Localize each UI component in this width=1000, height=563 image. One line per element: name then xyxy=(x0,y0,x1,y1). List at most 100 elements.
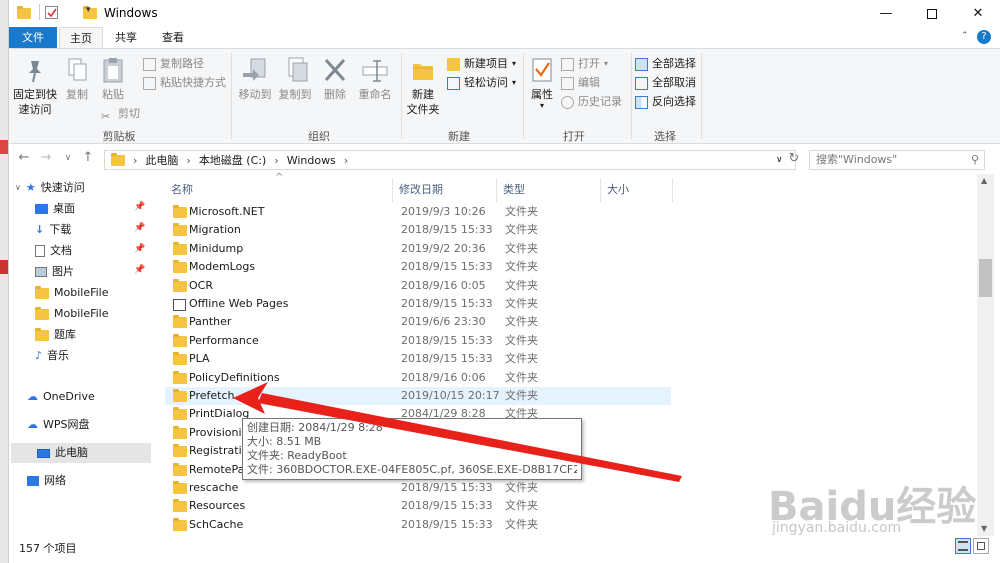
table-row[interactable]: Microsoft.NET 2019/9/3 10:26 文件夹 xyxy=(165,203,671,221)
address-dropdown-icon[interactable]: ∨ xyxy=(776,155,783,165)
tab-share[interactable]: 共享 xyxy=(105,27,147,48)
document-icon xyxy=(35,245,45,257)
arrow-left-icon: ← xyxy=(18,150,30,165)
up-button[interactable]: ↑ xyxy=(79,150,97,165)
scroll-down-icon[interactable]: ▼ xyxy=(981,524,987,533)
file-date: 2019/9/2 20:36 xyxy=(401,241,486,255)
properties-icon xyxy=(526,55,558,85)
tab-file[interactable]: 文件 xyxy=(9,27,57,48)
history-button[interactable]: 历史记录 xyxy=(561,93,622,111)
maximize-button[interactable] xyxy=(909,0,955,27)
copy-to-icon xyxy=(279,55,311,85)
refresh-button[interactable]: ↻ xyxy=(785,151,803,166)
column-header-name[interactable]: 名称 xyxy=(165,178,393,202)
large-icons-view-button[interactable] xyxy=(973,538,989,554)
select-all-button[interactable]: 全部选择 xyxy=(635,55,696,73)
nav-music[interactable]: ♪ 音乐 xyxy=(35,346,69,366)
file-type: 文件夹 xyxy=(505,517,538,531)
folder-icon xyxy=(173,499,187,513)
new-folder-button[interactable]: 新建 文件夹 xyxy=(403,55,443,117)
delete-button[interactable]: 删除 xyxy=(319,55,351,102)
file-name: Performance xyxy=(189,333,259,347)
breadcrumb-local-disk[interactable]: 本地磁盘 (C:) xyxy=(199,152,266,168)
new-item-button[interactable]: 新建项目 ▾ xyxy=(447,55,516,73)
table-row[interactable]: ModemLogs 2018/9/15 15:33 文件夹 xyxy=(165,258,671,276)
address-bar[interactable]: › 此电脑 › 本地磁盘 (C:) › Windows › ∨ xyxy=(104,150,796,170)
group-label-organize: 组织 xyxy=(308,130,330,143)
table-row[interactable]: PLA 2018/9/15 15:33 文件夹 xyxy=(165,350,671,368)
table-row[interactable]: Resources 2018/9/15 15:33 文件夹 xyxy=(165,497,671,515)
column-header-size[interactable]: 大小 xyxy=(601,178,673,202)
nav-wps-drive[interactable]: ☁ WPS网盘 xyxy=(27,415,90,435)
customize-toolbar-chevron-icon[interactable]: ▾ xyxy=(86,5,91,15)
table-row[interactable]: OCR 2018/9/16 0:05 文件夹 xyxy=(165,277,671,295)
nav-quick-access[interactable]: ∨ ★ 快速访问 xyxy=(15,178,85,198)
recent-locations-button[interactable]: ∨ xyxy=(59,153,77,163)
breadcrumb-this-pc[interactable]: 此电脑 xyxy=(145,152,178,168)
file-type: 文件夹 xyxy=(505,333,538,347)
file-type: 文件夹 xyxy=(505,370,538,384)
table-row[interactable]: rescache 2018/9/15 15:33 文件夹 xyxy=(165,479,671,497)
folder-icon xyxy=(173,223,187,237)
vertical-scrollbar[interactable]: ▲ ▼ xyxy=(977,174,994,536)
paste-button[interactable]: 粘贴 xyxy=(97,55,129,102)
table-row[interactable]: Prefetch 2019/10/15 20:17 文件夹 xyxy=(165,387,671,405)
nav-onedrive[interactable]: ☁ OneDrive xyxy=(27,387,95,407)
nav-network[interactable]: 网络 xyxy=(27,471,66,491)
nav-question-bank[interactable]: 题库 xyxy=(35,325,76,345)
pin-icon: 📌 xyxy=(134,223,146,233)
invert-selection-button[interactable]: 反向选择 xyxy=(635,93,696,111)
tab-view[interactable]: 查看 xyxy=(151,27,195,48)
properties-button[interactable]: 属性 ▾ xyxy=(525,55,559,110)
table-row[interactable]: SchCache 2018/9/15 15:33 文件夹 xyxy=(165,516,671,534)
select-none-button[interactable]: 全部取消 xyxy=(635,74,696,92)
chevron-down-icon: ▾ xyxy=(512,59,517,68)
scrollbar-thumb[interactable] xyxy=(979,259,992,297)
table-row[interactable]: Migration 2018/9/15 15:33 文件夹 xyxy=(165,221,671,239)
edit-button[interactable]: 编辑 xyxy=(561,74,600,92)
tab-home[interactable]: 主页 xyxy=(59,27,103,48)
nav-desktop[interactable]: 桌面 xyxy=(35,199,75,219)
nav-mobilefile-2[interactable]: MobileFile xyxy=(35,304,109,324)
open-button[interactable]: 打开 ▾ xyxy=(561,55,608,73)
back-button[interactable]: ← xyxy=(15,150,33,165)
table-row[interactable]: Panther 2019/6/6 23:30 文件夹 xyxy=(165,313,671,331)
search-input[interactable]: 搜索"Windows" ⚲ xyxy=(809,150,985,170)
forward-button[interactable]: → xyxy=(37,150,55,165)
copy-to-button[interactable]: 复制到 xyxy=(275,55,315,102)
select-none-icon xyxy=(635,76,648,90)
scroll-up-icon[interactable]: ▲ xyxy=(981,176,987,185)
rename-button[interactable]: 重命名 xyxy=(355,55,395,102)
minimize-button[interactable]: — xyxy=(863,0,909,27)
copy-button[interactable]: 复制 xyxy=(61,55,93,102)
help-icon[interactable]: ? xyxy=(977,30,991,44)
table-row[interactable]: PolicyDefinitions 2018/9/16 0:06 文件夹 xyxy=(165,369,671,387)
new-folder-icon xyxy=(407,55,439,85)
move-to-button[interactable]: 移动到 xyxy=(235,55,275,102)
nav-this-pc[interactable]: 此电脑 xyxy=(11,443,151,463)
collapse-ribbon-icon[interactable]: ⌃ xyxy=(961,31,969,41)
table-row[interactable]: Performance 2018/9/15 15:33 文件夹 xyxy=(165,332,671,350)
nav-downloads[interactable]: ↓ 下载 xyxy=(35,220,71,240)
file-type: 文件夹 xyxy=(505,297,538,310)
nav-mobilefile-1[interactable]: MobileFile xyxy=(35,283,109,303)
table-row[interactable]: Minidump 2019/9/2 20:36 文件夹 xyxy=(165,240,671,258)
copy-path-button[interactable]: 复制路径 xyxy=(143,55,204,73)
computer-icon xyxy=(37,448,50,458)
table-row[interactable]: Offline Web Pages 2018/9/15 15:33 文件夹 xyxy=(165,295,671,313)
pin-quick-access-button[interactable]: 固定到快 速访问 xyxy=(13,55,57,117)
details-view-icon xyxy=(958,541,968,551)
cut-button[interactable]: ✂ 剪切 xyxy=(101,105,140,123)
easy-access-button[interactable]: 轻松访问 ▾ xyxy=(447,74,516,92)
group-label-new: 新建 xyxy=(448,130,470,143)
details-view-button[interactable] xyxy=(955,538,971,554)
folder-icon xyxy=(173,444,187,458)
column-header-type[interactable]: 类型 xyxy=(497,178,601,202)
close-button[interactable]: ✕ xyxy=(955,0,1000,27)
breadcrumb-windows[interactable]: Windows xyxy=(287,154,336,167)
nav-documents[interactable]: 文档 xyxy=(35,241,72,261)
nav-pictures[interactable]: 图片 xyxy=(35,262,74,282)
properties-quick-icon[interactable] xyxy=(45,6,58,19)
paste-shortcut-button[interactable]: 粘贴快捷方式 xyxy=(143,74,226,92)
column-header-date[interactable]: 修改日期 xyxy=(393,178,497,202)
